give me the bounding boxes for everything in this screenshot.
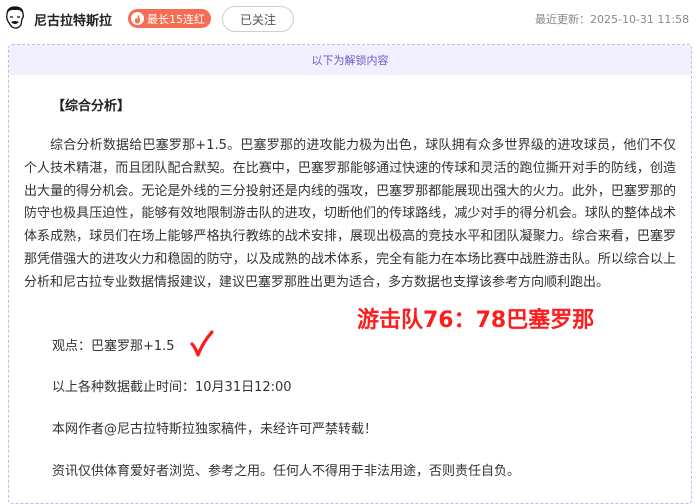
disclaimer-text: 资讯仅供体育爱好者浏览、参考之用。任何人不得用于非法用途，否则责任自负。 <box>52 464 521 479</box>
data-cutoff-text: 以上各种数据截止时间：10月31日12:00 <box>52 380 292 395</box>
unlock-banner: 以下为解锁内容 <box>9 45 691 75</box>
author-name[interactable]: 尼古拉特斯拉 <box>34 10 112 29</box>
score-overlay: 游击队76：78巴塞罗那 <box>357 308 595 333</box>
follow-button[interactable]: 已关注 <box>222 6 294 32</box>
check-mark-icon <box>190 330 214 357</box>
section-title: 【综合分析】 <box>52 99 131 114</box>
last-update-time: 最近更新：2025-10-31 11:58 <box>535 13 690 26</box>
copyright-notice: 本网作者@尼古拉特斯拉独家稿件，未经许可严禁转载！ <box>52 422 378 437</box>
viewpoint-text: 观点：巴塞罗那+1.5 <box>52 339 175 354</box>
streak-badge-label: 最长15连红 <box>147 12 205 26</box>
avatar[interactable] <box>3 5 27 31</box>
fire-icon <box>131 12 144 25</box>
author-header: 尼古拉特斯拉 最长15连红 已关注 最近更新：2025-10-31 11:58 <box>0 0 700 38</box>
streak-badge: 最长15连红 <box>128 9 211 28</box>
analysis-paragraph: 综合分析数据给巴塞罗那+1.5。巴塞罗那的进攻能力极为出色，球队拥有众多世界级的… <box>24 138 676 290</box>
